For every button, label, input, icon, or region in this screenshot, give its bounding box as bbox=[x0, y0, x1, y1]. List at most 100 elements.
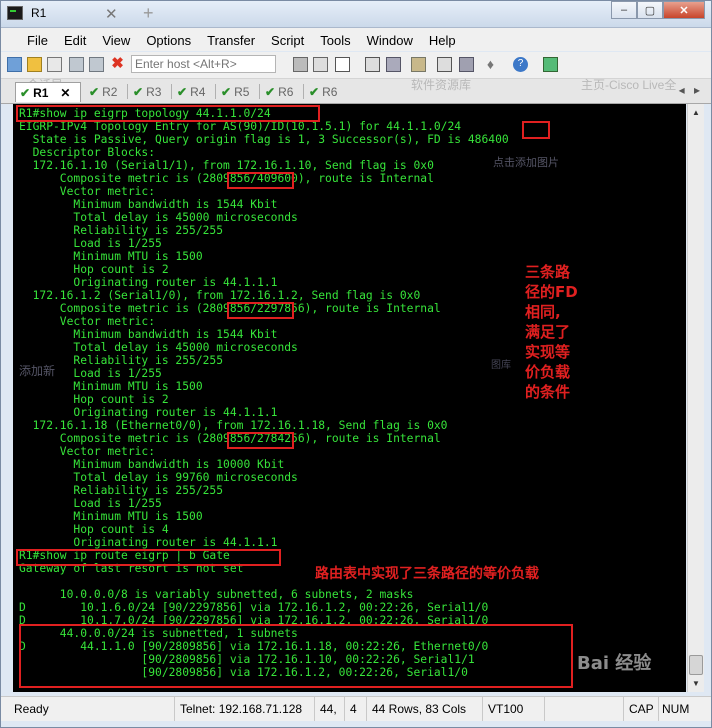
connected-check-icon: ✔ bbox=[221, 85, 232, 99]
terminal-line: Total delay is 99760 microseconds bbox=[19, 471, 298, 484]
tab-r2[interactable]: ✔ R2 bbox=[89, 82, 117, 102]
global-options-icon[interactable] bbox=[437, 57, 452, 72]
connect-tab-icon[interactable] bbox=[47, 57, 62, 72]
ecmp-routes-highlight-box bbox=[19, 624, 573, 688]
disconnect-icon[interactable] bbox=[89, 57, 104, 72]
tab-r6-second[interactable]: ✔ R6 bbox=[309, 82, 337, 102]
menu-help[interactable]: Help bbox=[421, 28, 464, 51]
menu-file[interactable]: File bbox=[19, 28, 56, 51]
print-setup-icon[interactable] bbox=[386, 57, 401, 72]
tab-r4[interactable]: ✔ R4 bbox=[177, 82, 205, 102]
status-bar: Ready Telnet: 192.168.71.128 44, 4 44 Ro… bbox=[1, 696, 711, 721]
tab-label: R6 bbox=[322, 85, 338, 99]
title-tab-close-icon[interactable]: ✕ bbox=[105, 5, 118, 23]
note-line: 价负载 bbox=[525, 363, 571, 381]
route-table-note: 路由表中实现了三条路径的等价负载 bbox=[315, 566, 539, 582]
terminal-line: Load is 1/255 bbox=[19, 497, 162, 510]
tab-r1[interactable]: ✔ R1 ✕ bbox=[15, 82, 81, 102]
terminal-line: Hop count is 2 bbox=[19, 393, 169, 406]
tab-close-icon[interactable]: ✕ bbox=[60, 86, 70, 100]
terminal-line: Hop count is 4 bbox=[19, 523, 169, 536]
terminal-line: Hop count is 2 bbox=[19, 263, 169, 276]
tab-label: R3 bbox=[146, 85, 162, 99]
terminal-line: Vector metric: bbox=[19, 185, 156, 198]
ghost-text-6: 图库 bbox=[491, 360, 511, 371]
menu-script[interactable]: Script bbox=[263, 28, 312, 51]
terminal-output[interactable]: R1#show ip eigrp topology 44.1.1.0/24 EIG… bbox=[13, 104, 686, 692]
scrollbar-thumb[interactable] bbox=[689, 655, 703, 675]
tab-r5[interactable]: ✔ R5 bbox=[221, 82, 249, 102]
note-line: 满足了 bbox=[525, 323, 571, 341]
menu-transfer[interactable]: Transfer bbox=[199, 28, 263, 51]
note-line: 径的FD bbox=[525, 283, 578, 301]
scroll-up-arrow-icon[interactable]: ▲ bbox=[689, 105, 703, 120]
connected-check-icon: ✔ bbox=[177, 85, 188, 99]
securecrt-window: R1 ✕ + – ▢ ✕ File Edit View Options Tran… bbox=[0, 0, 712, 728]
close-button[interactable]: ✕ bbox=[663, 1, 705, 19]
ghost-text-2: 添加新 bbox=[19, 364, 56, 378]
status-col: 4 bbox=[345, 697, 367, 721]
status-row: 44, bbox=[315, 697, 345, 721]
command-highlight-box bbox=[16, 105, 320, 122]
menu-bar: File Edit View Options Transfer Script T… bbox=[1, 28, 711, 51]
menu-view[interactable]: View bbox=[94, 28, 138, 51]
terminal-line: Minimum bandwidth is 10000 Kbit bbox=[19, 458, 285, 471]
reconnect-icon[interactable] bbox=[69, 57, 84, 72]
note-line: 实现等 bbox=[525, 343, 571, 361]
terminal-line: Minimum bandwidth is 1544 Kbit bbox=[19, 328, 278, 341]
session-tab-strip: 会话导 主页-Cisco Live全 软件资源库 ✔ R1 ✕ ✔R2 ✔R3 … bbox=[1, 78, 711, 104]
terminal-line: Minimum MTU is 1500 bbox=[19, 510, 203, 523]
scroll-down-arrow-icon[interactable]: ▼ bbox=[689, 676, 703, 691]
toolbar: ✖ ♦ ? bbox=[1, 52, 711, 79]
terminal-line: Minimum bandwidth is 1544 Kbit bbox=[19, 198, 278, 211]
terminal-line: Originating router is 44.1.1.1 bbox=[19, 406, 278, 419]
terminal-line: Vector metric: bbox=[19, 315, 156, 328]
connect-icon[interactable] bbox=[7, 57, 22, 72]
minimize-button[interactable]: – bbox=[611, 1, 637, 19]
restore-button[interactable]: ▢ bbox=[637, 1, 663, 19]
metric-highlight-box bbox=[227, 432, 294, 449]
screen-capture-icon[interactable] bbox=[543, 57, 558, 72]
terminal-line: Originating router is 44.1.1.1 bbox=[19, 276, 278, 289]
terminal-line: Total delay is 45000 microseconds bbox=[19, 211, 298, 224]
ghost-text-3: 主页-Cisco Live全 bbox=[581, 78, 677, 92]
tab-separator bbox=[127, 84, 128, 99]
menu-options[interactable]: Options bbox=[138, 28, 199, 51]
new-tab-plus-icon[interactable]: + bbox=[143, 3, 154, 24]
connected-check-icon: ✔ bbox=[133, 85, 144, 99]
baidu-watermark: Bai 经验 bbox=[577, 653, 652, 674]
menu-tools[interactable]: Tools bbox=[312, 28, 358, 51]
session-options-icon[interactable] bbox=[411, 57, 426, 72]
connected-check-icon: ✔ bbox=[265, 85, 276, 99]
keymap-icon[interactable]: ♦ bbox=[483, 57, 498, 72]
quick-connect-icon[interactable] bbox=[27, 57, 42, 72]
connected-check-icon: ✔ bbox=[309, 85, 320, 99]
tab-scroll-arrows[interactable]: ◂ ▸ bbox=[679, 83, 703, 97]
copy-icon[interactable] bbox=[293, 57, 308, 72]
ghost-text-4: 软件资源库 bbox=[411, 78, 472, 92]
window-title: R1 bbox=[31, 6, 47, 20]
terminal-line: Reliability is 255/255 bbox=[19, 484, 224, 497]
sftp-icon[interactable] bbox=[459, 57, 474, 72]
route-command-highlight-box bbox=[16, 549, 281, 566]
status-ready: Ready bbox=[9, 697, 175, 721]
find-icon[interactable] bbox=[335, 57, 350, 72]
tab-separator bbox=[171, 84, 172, 99]
note-line: 三条路 bbox=[525, 263, 571, 281]
note-line: 相同, bbox=[525, 303, 561, 321]
close-session-icon[interactable]: ✖ bbox=[110, 56, 125, 72]
terminal-line: State is Passive, Query origin flag is 1… bbox=[19, 133, 509, 146]
help-icon[interactable]: ? bbox=[513, 57, 528, 72]
terminal-line: Minimum MTU is 1500 bbox=[19, 380, 203, 393]
enter-host-input[interactable] bbox=[131, 55, 276, 73]
tab-separator bbox=[215, 84, 216, 99]
print-icon[interactable] bbox=[365, 57, 380, 72]
paste-icon[interactable] bbox=[313, 57, 328, 72]
tab-label: R6 bbox=[278, 85, 294, 99]
tab-r3[interactable]: ✔ R3 bbox=[133, 82, 161, 102]
vertical-scrollbar[interactable]: ▲ ▼ bbox=[687, 104, 704, 692]
menu-window[interactable]: Window bbox=[359, 28, 421, 51]
connected-check-icon: ✔ bbox=[89, 85, 100, 99]
tab-r6[interactable]: ✔ R6 bbox=[265, 82, 293, 102]
menu-edit[interactable]: Edit bbox=[56, 28, 94, 51]
